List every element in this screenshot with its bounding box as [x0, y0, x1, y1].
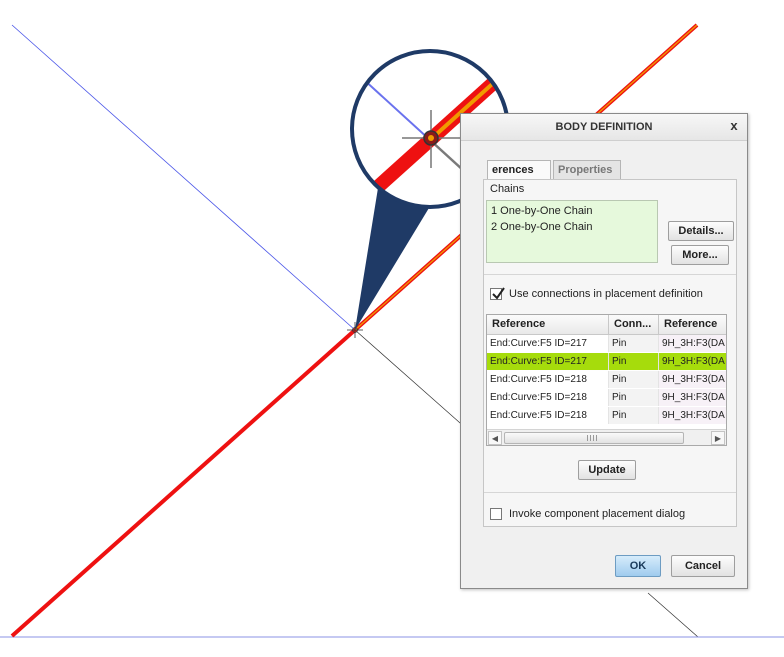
horizontal-scrollbar[interactable]: ◀ ▶ — [487, 429, 726, 445]
separator — [484, 274, 736, 275]
chain-item-1[interactable]: 1 One-by-One Chain — [491, 204, 593, 219]
cell-reference-2: 9H_3H:F3(DA — [659, 389, 726, 406]
close-icon[interactable]: x — [727, 119, 741, 133]
use-connections-label[interactable]: Use connections in placement definition — [509, 288, 703, 300]
chains-list[interactable]: 1 One-by-One Chain 2 One-by-One Chain — [486, 200, 658, 263]
black-diagonal-line — [354, 329, 469, 431]
chains-label: Chains — [490, 183, 525, 195]
column-header-reference-2[interactable]: Reference — [659, 315, 726, 334]
cell-connection: Pin — [609, 353, 659, 370]
column-header-reference[interactable]: Reference — [487, 315, 609, 334]
chain-item-2[interactable]: 2 One-by-One Chain — [491, 220, 593, 235]
table-row-selected[interactable]: End:Curve:F5 ID=217 Pin 9H_3H:F3(DA — [487, 353, 726, 370]
body-definition-dialog: BODY DEFINITION x erences Properties Cha… — [460, 113, 748, 589]
use-connections-checkbox[interactable] — [490, 287, 505, 300]
table-row[interactable]: End:Curve:F5 ID=218 Pin 9H_3H:F3(DA — [487, 389, 726, 406]
tab-references[interactable]: erences — [487, 160, 551, 179]
scrollbar-thumb[interactable] — [504, 432, 684, 444]
cancel-button[interactable]: Cancel — [671, 555, 735, 577]
update-button[interactable]: Update — [578, 460, 636, 480]
connections-table[interactable]: Reference Conn... Reference End:Curve:F5… — [486, 314, 727, 446]
blue-diagonal-line — [11, 24, 356, 331]
table-row[interactable]: End:Curve:F5 ID=218 Pin 9H_3H:F3(DA — [487, 371, 726, 388]
callout-pointer — [355, 188, 432, 330]
column-header-connection[interactable]: Conn... — [609, 315, 659, 334]
cell-reference: End:Curve:F5 ID=218 — [487, 389, 609, 406]
cell-connection: Pin — [609, 335, 659, 352]
chevron-left-icon[interactable]: ◀ — [488, 431, 502, 445]
more-button[interactable]: More... — [671, 245, 729, 265]
cell-reference: End:Curve:F5 ID=218 — [487, 371, 609, 388]
cell-reference: End:Curve:F5 ID=217 — [487, 353, 609, 370]
invoke-placement-checkbox[interactable] — [490, 508, 502, 520]
grip-icon — [587, 435, 599, 441]
table-header: Reference Conn... Reference — [487, 315, 726, 335]
checkmark-icon — [492, 287, 505, 300]
dialog-title: BODY DEFINITION — [555, 121, 653, 133]
cell-connection: Pin — [609, 371, 659, 388]
red-curve-thick[interactable] — [10, 328, 357, 638]
ok-button[interactable]: OK — [615, 555, 661, 577]
cell-connection: Pin — [609, 389, 659, 406]
tab-properties[interactable]: Properties — [553, 160, 621, 179]
separator — [484, 492, 736, 493]
references-panel: Chains 1 One-by-One Chain 2 One-by-One C… — [483, 179, 737, 527]
cell-reference: End:Curve:F5 ID=218 — [487, 407, 609, 424]
table-row[interactable]: End:Curve:F5 ID=217 Pin 9H_3H:F3(DA — [487, 335, 726, 352]
black-diagonal-line-lower — [647, 592, 699, 638]
table-row[interactable]: End:Curve:F5 ID=218 Pin 9H_3H:F3(DA — [487, 407, 726, 424]
cell-reference-2: 9H_3H:F3(DA — [659, 407, 726, 424]
invoke-placement-label[interactable]: Invoke component placement dialog — [509, 508, 685, 520]
cell-connection: Pin — [609, 407, 659, 424]
cell-reference-2: 9H_3H:F3(DA — [659, 335, 726, 352]
dialog-titlebar[interactable]: BODY DEFINITION x — [461, 114, 747, 141]
cell-reference: End:Curve:F5 ID=217 — [487, 335, 609, 352]
chevron-right-icon[interactable]: ▶ — [711, 431, 725, 445]
cell-reference-2: 9H_3H:F3(DA — [659, 371, 726, 388]
cell-reference-2: 9H_3H:F3(DA — [659, 353, 726, 370]
details-button[interactable]: Details... — [668, 221, 734, 241]
